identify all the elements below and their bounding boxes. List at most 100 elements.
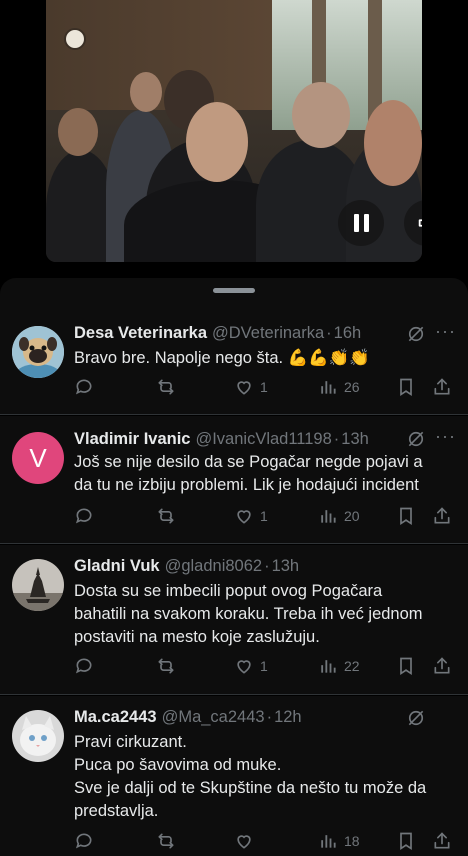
view-count: 26	[344, 379, 360, 395]
author-handle[interactable]: @IvanicVlad11198	[195, 430, 331, 449]
like-button[interactable]: 1	[234, 506, 268, 526]
share-icon	[434, 507, 450, 524]
more-icon[interactable]: ···	[435, 426, 456, 447]
post-time[interactable]: 16h	[334, 324, 362, 343]
speaker-icon	[418, 219, 422, 227]
bookmark-button[interactable]	[396, 377, 416, 397]
like-count: 1	[260, 508, 268, 524]
author-name[interactable]: Gladni Vuk	[74, 557, 160, 576]
reply-text-line: da tu ne izbiju problemi. Lik je hodajuć…	[74, 476, 419, 494]
bookmark-button[interactable]	[396, 656, 416, 676]
reply-item[interactable]: Ma.ca2443 @Ma_ca2443 · 12h Pravi cirkuza…	[0, 696, 468, 856]
avatar[interactable]	[12, 326, 64, 378]
sheet-drag-handle[interactable]	[213, 288, 255, 293]
avatar[interactable]	[12, 710, 64, 762]
heart-icon	[237, 835, 251, 849]
reply-text-line: bahatili na svakom koraku. Treba ih već …	[74, 605, 423, 623]
cat-avatar-image	[12, 710, 64, 762]
reply-item[interactable]: V Vladimir Ivanic @IvanicVlad11198 · 13h…	[0, 416, 468, 544]
grok-icon[interactable]	[406, 708, 426, 728]
like-button[interactable]: 1	[234, 656, 268, 676]
views-button[interactable]: 20	[318, 506, 360, 526]
comment-icon	[75, 833, 92, 849]
video-frame-clock	[64, 28, 86, 50]
views-icon	[321, 835, 336, 848]
repost-icon	[158, 379, 174, 395]
share-icon	[434, 657, 450, 674]
share-icon	[434, 832, 450, 849]
view-count: 20	[344, 508, 360, 524]
bookmark-icon	[400, 657, 412, 676]
bookmark-button[interactable]	[396, 506, 416, 526]
repost-button[interactable]	[156, 831, 176, 851]
share-button[interactable]	[432, 377, 452, 397]
post-time[interactable]: 12h	[274, 708, 302, 727]
grok-icon[interactable]	[406, 324, 426, 344]
pause-icon	[353, 214, 369, 232]
like-button[interactable]: 1	[234, 377, 268, 397]
heart-icon	[237, 660, 251, 674]
post-time[interactable]: 13h	[341, 430, 369, 449]
avatar-letter: V	[29, 442, 47, 473]
reply-button[interactable]	[74, 506, 94, 526]
repost-icon	[158, 833, 174, 849]
grok-icon[interactable]	[406, 429, 426, 449]
share-button[interactable]	[432, 656, 452, 676]
avatar[interactable]	[12, 559, 64, 611]
comment-icon	[75, 508, 92, 524]
like-button[interactable]	[234, 831, 254, 851]
bookmark-button[interactable]	[396, 831, 416, 851]
repost-icon	[158, 658, 174, 674]
heart-icon	[237, 510, 251, 524]
views-icon	[321, 660, 336, 673]
reply-item[interactable]: Desa Veterinarka @DVeterinarka · 16h ···…	[0, 312, 468, 415]
repost-icon	[158, 508, 174, 524]
view-count: 22	[344, 658, 360, 674]
reply-text-line: Puca po šavovima od muke.	[74, 756, 282, 774]
bookmark-icon	[400, 378, 412, 397]
repost-button[interactable]	[156, 506, 176, 526]
view-count: 18	[344, 833, 360, 849]
views-icon	[321, 510, 336, 523]
reply-text: Bravo bre. Napolje nego šta. 💪💪👏👏	[74, 349, 370, 367]
comment-icon	[75, 379, 92, 395]
reply-button[interactable]	[74, 377, 94, 397]
sheet-header	[0, 278, 468, 312]
avatar[interactable]: V	[12, 432, 64, 484]
like-count: 1	[260, 379, 268, 395]
author-handle[interactable]: @Ma_ca2443	[162, 708, 265, 727]
views-icon	[321, 381, 336, 394]
share-button[interactable]	[432, 831, 452, 851]
more-icon[interactable]: ···	[435, 321, 456, 342]
reply-text-line: postaviti na mesto koje zaslužuju.	[74, 628, 320, 646]
author-handle[interactable]: @DVeterinarka	[212, 324, 324, 343]
reply-text-line: Dosta su se imbecili poput ovog Pogačara	[74, 582, 383, 600]
comment-icon	[75, 658, 92, 674]
share-icon	[434, 378, 450, 395]
author-name[interactable]: Vladimir Ivanic	[74, 430, 190, 449]
views-button[interactable]: 26	[318, 377, 360, 397]
reply-button[interactable]	[74, 656, 94, 676]
share-button[interactable]	[432, 506, 452, 526]
repost-button[interactable]	[156, 377, 176, 397]
reply-text-line: Sve je dalji od te Skupštine da nešto tu…	[74, 779, 427, 797]
pause-button[interactable]	[338, 200, 384, 246]
author-name[interactable]: Ma.ca2443	[74, 708, 157, 727]
heart-icon	[237, 381, 251, 395]
reply-text-line: predstavlja.	[74, 802, 159, 820]
views-button[interactable]: 22	[318, 656, 360, 676]
reply-text-line: Još se nije desilo da se Pogačar negde p…	[74, 453, 423, 471]
bookmark-icon	[400, 832, 412, 851]
like-count: 1	[260, 658, 268, 674]
wolf-avatar-image	[12, 559, 64, 611]
post-time[interactable]: 13h	[272, 557, 300, 576]
reply-item[interactable]: Gladni Vuk @gladni8062 · 13h Dosta su se…	[0, 545, 468, 695]
author-handle[interactable]: @gladni8062	[165, 557, 263, 576]
reply-text-line: Pravi cirkuzant.	[74, 733, 187, 751]
video-player[interactable]	[46, 0, 422, 262]
author-name[interactable]: Desa Veterinarka	[74, 324, 207, 343]
reply-button[interactable]	[74, 831, 94, 851]
bookmark-icon	[400, 507, 412, 526]
repost-button[interactable]	[156, 656, 176, 676]
views-button[interactable]: 18	[318, 831, 360, 851]
